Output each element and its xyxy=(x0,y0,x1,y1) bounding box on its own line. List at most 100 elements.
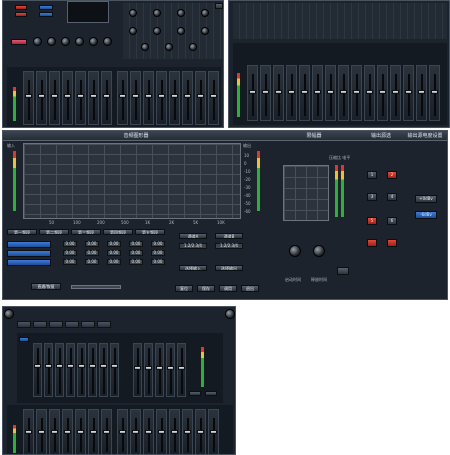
fader[interactable] xyxy=(78,364,85,368)
knob[interactable] xyxy=(75,37,84,46)
param-value[interactable]: 0.00 xyxy=(129,241,143,247)
tab[interactable] xyxy=(33,321,47,328)
output-source-4[interactable]: 4 xyxy=(387,193,397,201)
corner-knob[interactable] xyxy=(4,309,14,319)
output-source-6[interactable]: 6 xyxy=(387,217,397,225)
fader[interactable] xyxy=(34,364,41,368)
output-source-8[interactable] xyxy=(387,239,397,247)
param-value[interactable]: 0.00 xyxy=(63,241,77,247)
mode-button-blue-2[interactable] xyxy=(39,12,53,17)
param-value[interactable]: 0.00 xyxy=(129,250,143,256)
fader[interactable] xyxy=(132,94,139,98)
fader[interactable] xyxy=(51,94,58,98)
knob[interactable] xyxy=(153,9,161,17)
select-output-button[interactable]: 选择输出 xyxy=(215,265,243,271)
attack-knob[interactable] xyxy=(289,245,301,257)
knob[interactable] xyxy=(201,27,209,35)
fader[interactable] xyxy=(184,94,191,98)
fader[interactable] xyxy=(103,430,110,434)
exit-button[interactable]: 退出 xyxy=(241,285,259,292)
mode-button-red-2[interactable] xyxy=(15,12,27,17)
gain-slider[interactable] xyxy=(71,285,121,289)
band-tab-3[interactable]: 第三频段 xyxy=(71,229,101,235)
output-source-1[interactable]: 1 xyxy=(367,171,377,179)
param-value[interactable]: 0.00 xyxy=(151,241,165,247)
fader[interactable] xyxy=(103,94,110,98)
knob[interactable] xyxy=(177,27,185,35)
fader[interactable] xyxy=(340,90,347,94)
fader[interactable] xyxy=(262,90,269,94)
channel-a-button[interactable]: 通道A xyxy=(179,233,207,239)
fader[interactable] xyxy=(25,430,32,434)
recall-button[interactable]: 调用 xyxy=(219,285,237,292)
fader[interactable] xyxy=(158,430,165,434)
mode-button-red[interactable] xyxy=(15,5,27,10)
band-select-button[interactable] xyxy=(7,241,51,248)
fader[interactable] xyxy=(145,366,152,370)
toggle-button[interactable] xyxy=(215,3,223,9)
fader[interactable] xyxy=(366,90,373,94)
param-value[interactable]: 0.00 xyxy=(85,241,99,247)
fader[interactable] xyxy=(145,94,152,98)
channel-a-value[interactable]: 1.2/2.3/4 xyxy=(179,243,207,249)
fader[interactable] xyxy=(158,94,165,98)
fader[interactable] xyxy=(210,94,217,98)
band-tab-2[interactable]: 第二频段 xyxy=(39,229,69,235)
param-value[interactable]: 0.00 xyxy=(107,250,121,256)
corner-knob[interactable] xyxy=(225,309,235,319)
fader[interactable] xyxy=(132,430,139,434)
fader[interactable] xyxy=(156,366,163,370)
tab[interactable] xyxy=(17,321,31,328)
fader[interactable] xyxy=(379,90,386,94)
knob[interactable] xyxy=(189,43,197,51)
output-source-2[interactable]: 2 xyxy=(387,171,397,179)
fader[interactable] xyxy=(145,430,152,434)
fader[interactable] xyxy=(197,430,204,434)
knob[interactable] xyxy=(201,9,209,17)
output-source-3[interactable]: 3 xyxy=(367,193,377,201)
fader[interactable] xyxy=(197,94,204,98)
fader[interactable] xyxy=(178,366,185,370)
fader[interactable] xyxy=(38,94,45,98)
param-value[interactable]: 0.00 xyxy=(63,259,77,265)
fader[interactable] xyxy=(171,430,178,434)
fader[interactable] xyxy=(25,94,32,98)
fader[interactable] xyxy=(327,90,334,94)
fader[interactable] xyxy=(301,90,308,94)
tab[interactable] xyxy=(65,321,79,328)
channel-b-value[interactable]: 1.2/2.3/4 xyxy=(215,243,243,249)
select-input-button[interactable]: 选择输入 xyxy=(179,265,207,271)
eq-action-button[interactable] xyxy=(205,391,217,396)
band-select-button[interactable] xyxy=(7,250,51,257)
knob[interactable] xyxy=(141,43,149,51)
knob[interactable] xyxy=(89,37,98,46)
knob[interactable] xyxy=(47,37,56,46)
fader[interactable] xyxy=(64,94,71,98)
save-button[interactable]: 保存 xyxy=(197,285,215,292)
param-value[interactable]: 0.00 xyxy=(129,259,143,265)
knob[interactable] xyxy=(33,37,42,46)
eq-preset-button[interactable] xyxy=(19,337,29,342)
param-value[interactable]: 0.00 xyxy=(85,259,99,265)
fader[interactable] xyxy=(392,90,399,94)
knob[interactable] xyxy=(103,37,112,46)
fader[interactable] xyxy=(288,90,295,94)
eq-action-button[interactable] xyxy=(189,391,201,396)
knob[interactable] xyxy=(129,9,137,17)
fader[interactable] xyxy=(89,364,96,368)
knob[interactable] xyxy=(177,9,185,17)
reset-button[interactable]: 复位 xyxy=(175,285,193,292)
fader[interactable] xyxy=(67,364,74,368)
fader[interactable] xyxy=(210,430,217,434)
fader[interactable] xyxy=(134,366,141,370)
fader[interactable] xyxy=(184,430,191,434)
channel-b-button[interactable]: 通道B xyxy=(215,233,243,239)
band-tab-1[interactable]: 第一频段 xyxy=(7,229,37,235)
fader[interactable] xyxy=(38,430,45,434)
fader[interactable] xyxy=(56,364,63,368)
release-knob[interactable] xyxy=(313,245,325,257)
tab[interactable] xyxy=(97,321,111,328)
fader[interactable] xyxy=(275,90,282,94)
fader[interactable] xyxy=(167,366,174,370)
param-value[interactable]: 0.00 xyxy=(151,259,165,265)
